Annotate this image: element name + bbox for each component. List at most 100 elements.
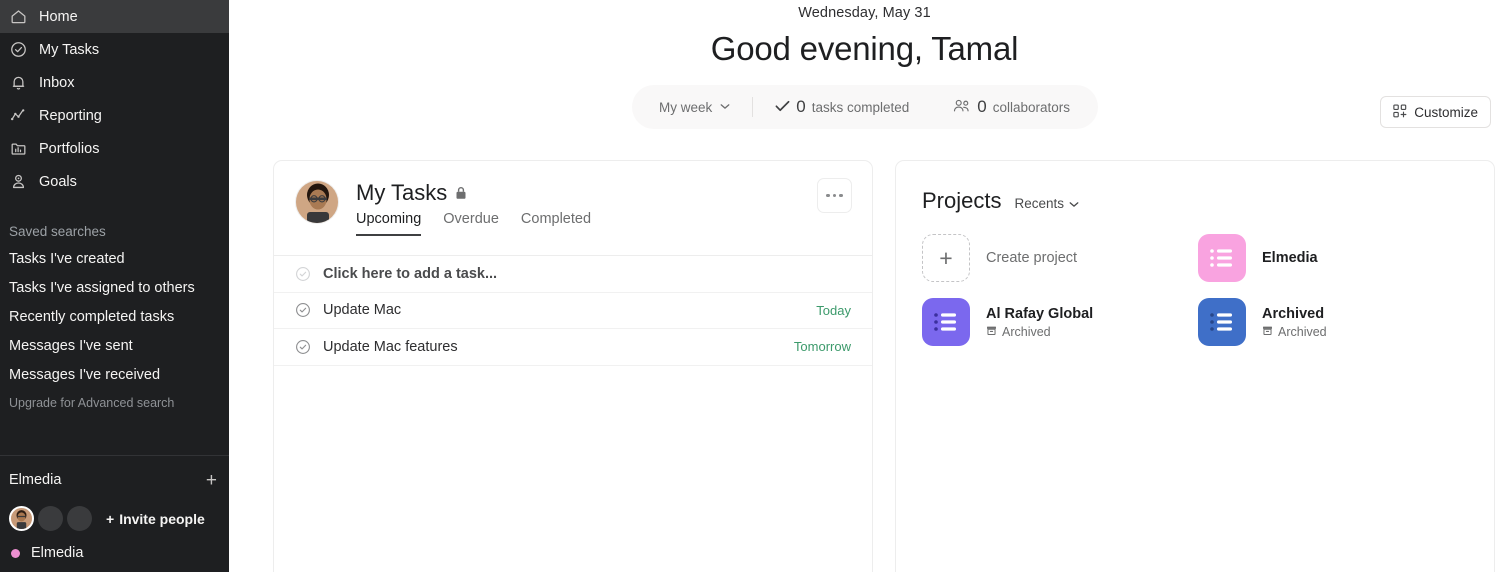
archive-box-icon (1262, 325, 1273, 339)
sidebar-item-goals[interactable]: Goals (0, 165, 229, 198)
project-meta: Archived Archived (1262, 306, 1327, 339)
invite-people-button[interactable]: + Invite people (106, 511, 205, 527)
tasks-completed-label: tasks completed (811, 99, 910, 115)
sidebar-item-inbox[interactable]: Inbox (0, 66, 229, 99)
project-name: Archived (1262, 305, 1325, 322)
projects-filter-label: Recents (1014, 196, 1065, 211)
sidebar-item-home[interactable]: Home (0, 0, 229, 33)
add-task-placeholder: Click here to add a task... (323, 265, 498, 282)
projects-header: Projects Recents (896, 161, 1494, 214)
saved-search-messages-received[interactable]: Messages I've received (0, 360, 229, 389)
tasks-completed-stat[interactable]: 0 tasks completed (752, 97, 931, 117)
projects-card: Projects Recents + Create project Elmedi… (895, 160, 1495, 572)
check-icon (775, 100, 790, 115)
invite-people-label: Invite people (119, 510, 205, 527)
tab-completed[interactable]: Completed (521, 211, 591, 236)
project-list-icon (1198, 234, 1246, 282)
my-tasks-title-block: My Tasks Upcoming Overdue Completed (356, 180, 591, 236)
my-tasks-tabs: Upcoming Overdue Completed (356, 211, 591, 236)
project-status: Archived (1262, 325, 1327, 339)
current-date: Wednesday, May 31 (798, 5, 931, 21)
projects-filter-recents[interactable]: Recents (1014, 196, 1079, 211)
sidebar-project-label: Elmedia (31, 545, 84, 561)
customize-label: Customize (1414, 104, 1478, 120)
home-header: Wednesday, May 31 Good evening, Tamal My… (229, 0, 1500, 129)
sidebar-item-reporting[interactable]: Reporting (0, 99, 229, 132)
sidebar-item-label: Portfolios (39, 140, 100, 157)
sidebar-item-label: Inbox (39, 74, 75, 91)
dot-icon (832, 193, 837, 198)
greeting-title: Good evening, Tamal (710, 30, 1019, 67)
sidebar-item-label: My Tasks (39, 41, 100, 58)
tab-overdue[interactable]: Overdue (443, 211, 499, 236)
project-list-icon (1198, 298, 1246, 346)
my-tasks-more-options-button[interactable] (817, 178, 852, 213)
my-tasks-header: My Tasks Upcoming Overdue Completed (274, 161, 872, 236)
add-team-item-icon[interactable]: + (206, 471, 217, 490)
sidebar-divider-space (0, 198, 229, 218)
sidebar-project-elmedia[interactable]: Elmedia (0, 531, 229, 572)
project-status-label: Archived (1002, 324, 1051, 339)
saved-search-tasks-created[interactable]: Tasks I've created (0, 244, 229, 273)
task-title: Update Mac features (323, 338, 458, 355)
avatar-placeholder[interactable] (67, 506, 92, 531)
sidebar-item-portfolios[interactable]: Portfolios (0, 132, 229, 165)
task-due-date: Tomorrow (793, 339, 851, 355)
portfolio-icon (9, 139, 28, 158)
chevron-down-icon (1069, 196, 1079, 211)
project-cell-archived[interactable]: Archived Archived (1198, 298, 1494, 346)
saved-search-messages-sent[interactable]: Messages I've sent (0, 331, 229, 360)
saved-searches-list: Tasks I've created Tasks I've assigned t… (0, 244, 229, 389)
customize-button[interactable]: Customize (1380, 96, 1491, 128)
task-due-date: Today (816, 302, 851, 318)
project-meta: Elmedia (1262, 250, 1318, 266)
projects-grid: + Create project Elmedia Al Rafay Global… (896, 214, 1494, 346)
stats-bar: My week 0 tasks completed 0 collaborator… (631, 85, 1098, 129)
create-project-meta: Create project (986, 250, 1077, 266)
create-project-cell[interactable]: + Create project (922, 234, 1198, 282)
check-circle-icon[interactable] (295, 339, 311, 355)
avatar-placeholder[interactable] (38, 506, 63, 531)
collaborators-label: collaborators (992, 99, 1071, 115)
week-range-label: My week (658, 99, 713, 115)
archive-box-icon (986, 325, 997, 339)
avatar[interactable] (9, 506, 34, 531)
upgrade-advanced-search-link[interactable]: Upgrade for Advanced search (0, 389, 229, 417)
project-meta: Al Rafay Global Archived (986, 306, 1093, 339)
project-cell-elmedia[interactable]: Elmedia (1198, 234, 1494, 282)
create-project-label: Create project (986, 250, 1078, 266)
task-row[interactable]: Update Mac Today (274, 293, 872, 329)
saved-searches-heading: Saved searches (9, 223, 106, 239)
sidebar-item-label: Reporting (39, 107, 102, 124)
lock-icon (455, 186, 467, 200)
project-status: Archived (986, 325, 1093, 339)
team-members-row: + Invite people (0, 492, 229, 531)
task-title: Update Mac (323, 302, 402, 319)
chevron-down-icon (720, 102, 730, 113)
my-tasks-title-row: My Tasks (356, 180, 591, 206)
project-list-icon (922, 298, 970, 346)
saved-search-recently-completed[interactable]: Recently completed tasks (0, 302, 229, 331)
collaborators-stat[interactable]: 0 collaborators (931, 97, 1092, 117)
check-circle-icon (9, 40, 28, 59)
sidebar-item-my-tasks[interactable]: My Tasks (0, 33, 229, 66)
add-task-row[interactable]: Click here to add a task... (274, 256, 872, 293)
task-list: Click here to add a task... Update Mac T… (274, 255, 872, 366)
project-color-dot (11, 548, 20, 558)
task-row[interactable]: Update Mac features Tomorrow (274, 329, 872, 366)
plus-icon: + (922, 234, 970, 282)
check-circle-icon[interactable] (295, 302, 311, 318)
user-avatar[interactable] (295, 180, 339, 224)
bell-icon (9, 73, 28, 92)
tab-upcoming[interactable]: Upcoming (356, 211, 422, 236)
project-name: Elmedia (1262, 250, 1318, 266)
app-root: Home My Tasks Inbox Reporting Portfolios… (0, 0, 1500, 572)
saved-search-tasks-assigned[interactable]: Tasks I've assigned to others (0, 273, 229, 302)
team-name: Elmedia (9, 472, 62, 488)
project-cell-al-rafay-global[interactable]: Al Rafay Global Archived (922, 298, 1198, 346)
customize-grid-icon (1393, 103, 1407, 121)
people-icon (953, 99, 971, 116)
team-header: Elmedia + (0, 468, 229, 492)
week-range-selector[interactable]: My week (637, 100, 752, 115)
dot-icon (839, 193, 843, 198)
